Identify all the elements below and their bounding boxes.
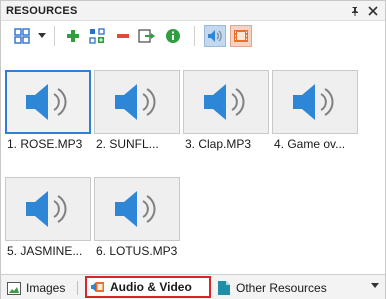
audio-video-icon [91,280,105,294]
info-icon[interactable] [162,25,184,47]
resource-item[interactable]: 5. JASMINE... [5,177,91,272]
tab-label: Images [26,281,66,295]
export-icon[interactable] [136,25,158,47]
panel-titlebar: RESOURCES [1,1,385,21]
resource-tabs: Images Audio & Video Other Resources [1,274,385,299]
minus-icon[interactable] [112,25,134,47]
speaker-icon [94,70,180,134]
resource-item[interactable]: 1. ROSE.MP3 [5,70,91,165]
resource-item-label: 6. LOTUS.MP3 [96,244,178,258]
chevron-down-icon[interactable] [371,281,379,292]
resources-panel: RESOURCES 1. ROSE.MP3 2. SUNFL... 3. Cla… [0,0,386,299]
resource-item[interactable]: 3. Clap.MP3 [183,70,269,165]
tab-images[interactable]: Images [7,277,65,299]
speaker-icon[interactable] [204,25,226,47]
resource-item-label: 1. ROSE.MP3 [7,137,83,151]
resources-grid: 1. ROSE.MP3 2. SUNFL... 3. Clap.MP3 4. G… [1,50,385,272]
tab-label: Other Resources [236,281,327,295]
resource-item[interactable]: 4. Game ov... [272,70,358,165]
plus-icon[interactable] [62,25,84,47]
tab-audio-video[interactable]: Audio & Video [85,276,211,298]
resource-item-label: 2. SUNFL... [96,137,159,151]
toolbar-separator [54,26,55,46]
document-icon [217,281,231,295]
resource-item[interactable]: 6. LOTUS.MP3 [94,177,180,272]
resource-item[interactable]: 2. SUNFL... [94,70,180,165]
tab-label: Audio & Video [110,280,192,294]
image-icon [7,281,21,295]
tab-other-resources[interactable]: Other Resources [217,277,327,299]
resource-item-label: 5. JASMINE... [7,244,83,258]
pin-icon[interactable] [347,3,363,19]
resource-item-label: 4. Game ov... [274,137,346,151]
speaker-icon [5,70,91,134]
speaker-icon [94,177,180,241]
import-icon[interactable] [86,25,108,47]
chevron-down-icon[interactable] [36,25,48,47]
speaker-icon [272,70,358,134]
speaker-icon [183,70,269,134]
film-icon[interactable] [230,25,252,47]
panel-title: RESOURCES [6,5,78,17]
resources-toolbar [1,22,385,50]
tab-separator [77,281,78,295]
resource-item-label: 3. Clap.MP3 [185,137,252,151]
toolbar-separator [194,26,195,46]
speaker-icon [5,177,91,241]
view-grid-icon[interactable] [11,25,33,47]
close-icon[interactable] [365,3,381,19]
